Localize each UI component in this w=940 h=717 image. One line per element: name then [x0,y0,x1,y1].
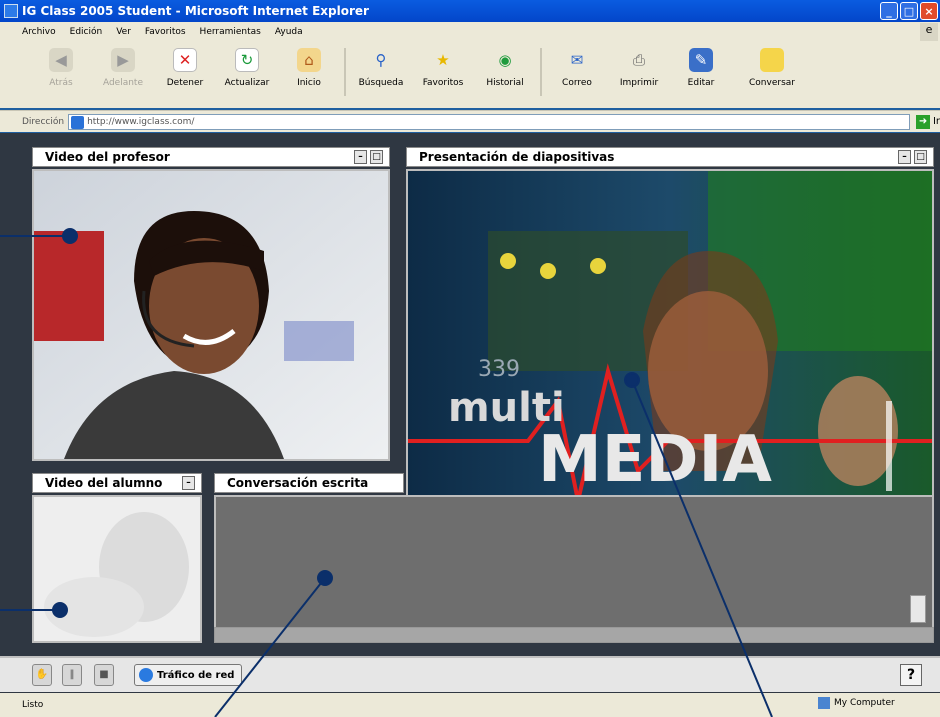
callout-dot-chat [317,570,333,586]
callout-line-slides [631,379,773,717]
callout-line-chat [214,577,326,717]
callout-dot-student [52,602,68,618]
callout-overlay [0,228,773,717]
callout-dot-teacher [62,228,78,244]
callout-dot-slides [624,372,640,388]
